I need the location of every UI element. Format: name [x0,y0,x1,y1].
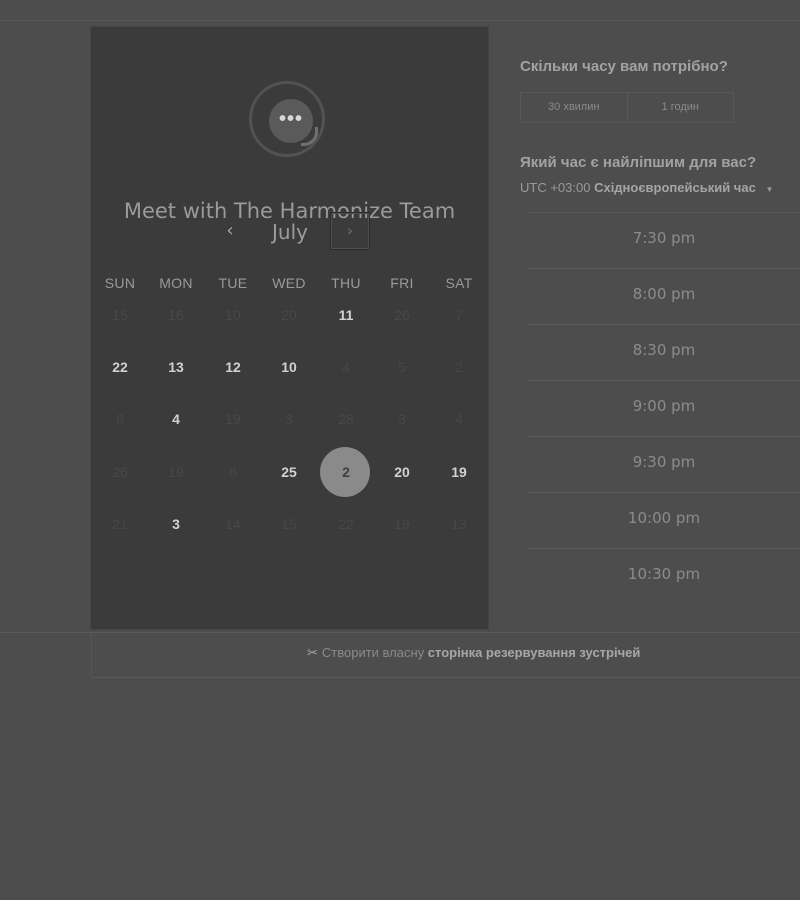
day-number: 3 [285,411,293,427]
calendar-day: 16 [148,289,204,341]
day-number: 2 [342,464,350,480]
calendar-day[interactable]: 25 [261,446,317,498]
prev-month-button[interactable]: ‹ [215,215,245,247]
calendar-day[interactable]: 22 [92,341,148,393]
day-number: 2 [455,359,463,375]
calendar-day[interactable]: 11 [318,289,374,341]
footer-link-strong: сторінка резервування зустрічей [427,645,641,660]
day-number: 19 [394,516,410,532]
caret-down-icon: ▼ [765,185,774,194]
scissors-icon: ✂ [307,645,318,660]
day-number: 21 [112,516,128,532]
calendar-day: 6 [92,393,148,445]
day-number: 7 [455,307,463,323]
calendar-day: 8 [205,446,261,498]
next-month-button[interactable]: › [330,212,370,250]
day-number: 28 [338,411,354,427]
day-number: 20 [281,307,297,323]
calendar-day: 15 [92,289,148,341]
time-slot[interactable]: 8:30 pm [528,324,800,380]
day-number: 22 [112,359,128,375]
day-number: 25 [281,464,297,480]
day-number: 14 [225,516,241,532]
day-number: 22 [338,516,354,532]
calendar-card: ••• Meet with The Harmonize Team ‹ July … [91,27,488,629]
time-slot-list: 7:30 pm 8:00 pm 8:30 pm 9:00 pm 9:30 pm … [528,212,800,604]
day-number: 4 [455,411,463,427]
chat-dots-icon: ••• [278,108,303,130]
day-number: 10 [225,307,241,323]
calendar-day: 21 [92,498,148,550]
calendar-day: 19 [148,446,204,498]
calendar-day[interactable]: 3 [148,498,204,550]
day-number: 13 [168,359,184,375]
day-number: 16 [168,307,184,323]
calendar-day: 7 [431,289,487,341]
day-number: 8 [229,464,237,480]
calendar-day: 14 [205,498,261,550]
time-slot[interactable]: 9:30 pm [528,436,800,492]
calendar-day: 3 [374,393,430,445]
time-slot[interactable]: 8:00 pm [528,268,800,324]
calendar-day: 22 [318,498,374,550]
day-number: 19 [451,464,467,480]
day-number: 19 [225,411,241,427]
calendar-day[interactable]: 4 [148,393,204,445]
duration-question: Скільки часу вам потрібно? [520,58,728,75]
day-number: 19 [168,464,184,480]
calendar-day[interactable]: 13 [148,341,204,393]
day-number: 13 [451,516,467,532]
calendar-day[interactable]: 20 [374,446,430,498]
calendar-day[interactable]: 10 [261,341,317,393]
timezone-dropdown[interactable]: UTC +03:00 Східноєвропейський час ▼ [520,180,800,195]
duration-60-button[interactable]: 1 годин [626,93,734,122]
duration-selector: 30 хвилин 1 годин [520,92,734,123]
time-question: Який час є найліпшим для вас? [520,154,757,171]
day-number: 26 [112,464,128,480]
calendar-day: 19 [205,393,261,445]
calendar-day: 28 [318,393,374,445]
calendar-day: 19 [374,498,430,550]
day-number: 3 [398,411,406,427]
timezone-name: Східноєвропейський час [594,180,756,195]
calendar-day[interactable]: 19 [431,446,487,498]
calendar-day: 26 [374,289,430,341]
footer-link[interactable]: ✂ Створити власну сторінка резервування з… [307,645,640,661]
calendar-day: 4 [318,341,374,393]
day-number: 15 [112,307,128,323]
day-number: 26 [394,307,410,323]
day-number: 4 [342,359,350,375]
time-slot[interactable]: 10:30 pm [528,548,800,604]
day-number: 12 [225,359,241,375]
time-slot[interactable]: 9:00 pm [528,380,800,436]
day-number: 3 [172,516,180,532]
footer: ✂ Створити власну сторінка резервування з… [91,633,800,678]
time-slot[interactable]: 10:00 pm [528,492,800,548]
footer-text: Створити власну [321,645,425,660]
day-number: 15 [281,516,297,532]
day-number: 10 [281,359,297,375]
calendar-day: 4 [431,393,487,445]
calendar-day: 13 [431,498,487,550]
duration-30-button[interactable]: 30 хвилин [521,93,627,122]
calendar-day: 26 [92,446,148,498]
calendar-day[interactable]: 12 [205,341,261,393]
day-number: 11 [338,307,354,323]
time-slot[interactable]: 7:30 pm [528,212,800,268]
calendar-day: 10 [205,289,261,341]
day-number: 6 [116,411,124,427]
day-number: 5 [398,359,406,375]
day-number: 20 [394,464,410,480]
selected-date[interactable]: 2 [318,446,374,498]
calendar-day: 3 [261,393,317,445]
calendar-day: 5 [374,341,430,393]
calendar-grid: 15 16 10 20 11 26 7 22 13 12 10 4 5 2 6 4 19 3 28 3 4 26 19 8 25… [91,289,488,569]
calendar-day: 15 [261,498,317,550]
day-number: 4 [172,411,180,427]
timezone-offset: UTC +03:00 [520,180,591,195]
calendar-day: 2 [431,341,487,393]
calendar-day: 20 [261,289,317,341]
booking-panel: Скільки часу вам потрібно? 30 хвилин 1 г… [520,0,800,632]
month-label: July [272,220,308,244]
